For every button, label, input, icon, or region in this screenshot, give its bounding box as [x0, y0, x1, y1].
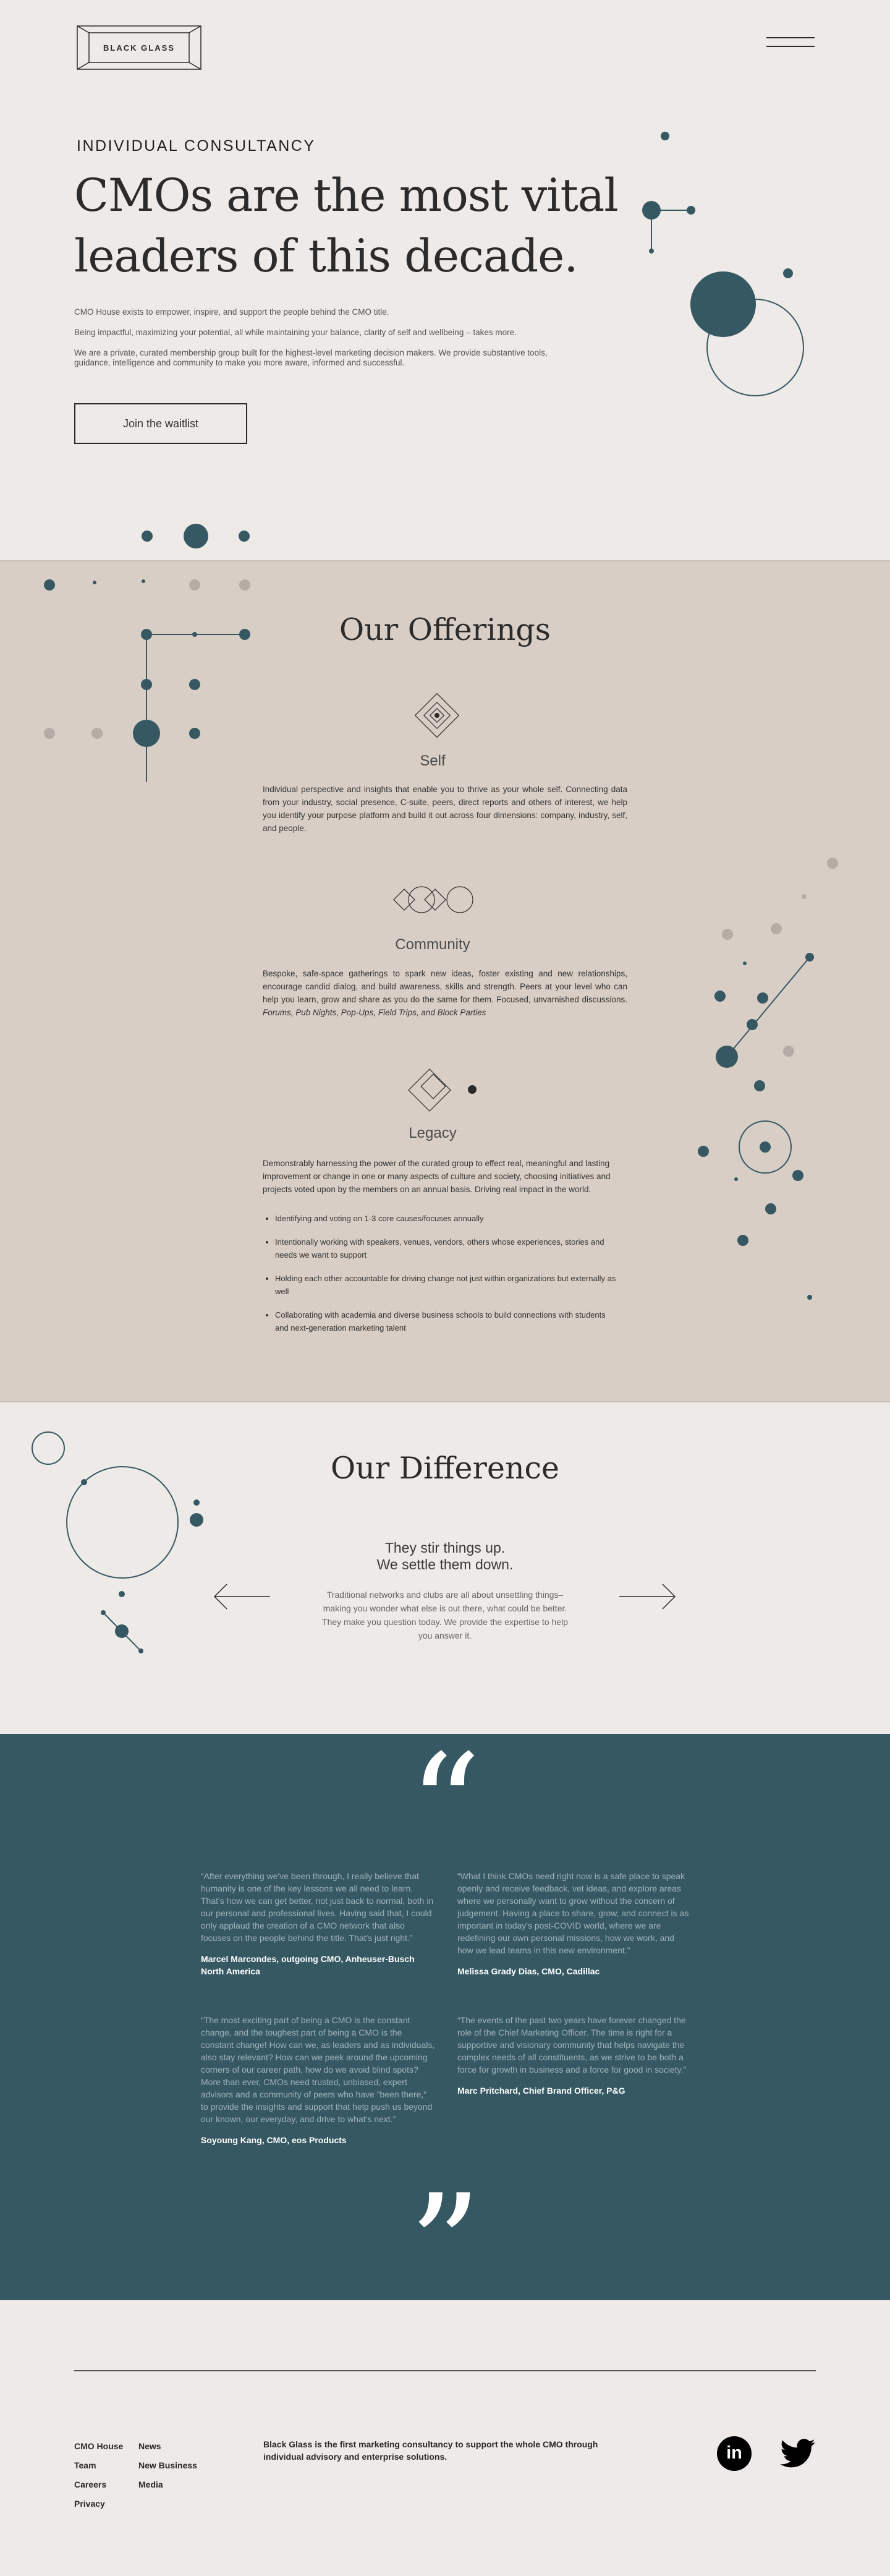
linkedin-icon[interactable]: in	[717, 2436, 752, 2471]
list-item: Holding each other accountable for drivi…	[275, 1272, 621, 1298]
testimonial-author: Marcel Marcondes, outgoing CMO, Anheuser…	[201, 1954, 415, 1976]
self-body: Individual perspective and insights that…	[263, 785, 627, 833]
hero-eyebrow: INDIVIDUAL CONSULTANCY	[77, 137, 316, 155]
list-item: Identifying and voting on 1-3 core cause…	[275, 1212, 621, 1225]
testimonial-text: “The most exciting part of being a CMO i…	[201, 2015, 435, 2124]
community-heading: Community	[395, 936, 470, 953]
hero-paragraph-3: We are a private, curated membership gro…	[74, 348, 548, 367]
legacy-heading: Legacy	[409, 1125, 457, 1141]
self-heading: Self	[420, 753, 446, 769]
testimonial-text: “The events of the past two years have f…	[457, 2015, 687, 2075]
list-item: Collaborating with academia and diverse …	[275, 1308, 621, 1334]
hero-decoration	[642, 132, 804, 396]
difference-subtitle: They stir things up. We settle them down…	[321, 1540, 569, 1573]
hero-title-line1: CMOs are the most vital	[74, 169, 619, 222]
diamond-dot-icon	[408, 1068, 477, 1112]
community-body-italic: Forums, Pub Nights, Pop-Ups, Field Trips…	[263, 1008, 486, 1017]
arrow-right-icon[interactable]	[618, 1583, 677, 1610]
testimonial-card: “What I think CMOs need right now is a s…	[457, 1870, 692, 1977]
hero-paragraph-1: CMO House exists to empower, inspire, an…	[74, 307, 389, 317]
arrow-left-icon[interactable]	[213, 1583, 272, 1610]
hero-title: CMOs are the most vital leaders of this …	[74, 166, 630, 287]
difference-subtitle-line2: We settle them down.	[376, 1556, 514, 1572]
footer-link-new-business[interactable]: New Business	[138, 2460, 197, 2470]
community-body: Bespoke, safe-space gatherings to spark …	[263, 967, 627, 1019]
footer-link-privacy[interactable]: Privacy	[74, 2499, 123, 2509]
logo-text: BLACK GLASS	[103, 43, 175, 53]
testimonial-author: Melissa Grady Dias, CMO, Cadillac	[457, 1966, 600, 1976]
linked-circles-icon	[393, 886, 473, 913]
testimonial-author: Marc Pritchard, Chief Brand Officer, P&G	[457, 2086, 625, 2096]
footer-link-cmo-house[interactable]: CMO House	[74, 2441, 123, 2451]
footer-tagline: Black Glass is the first marketing consu…	[263, 2439, 598, 2462]
hero-paragraph-2: Being impactful, maximizing your potenti…	[74, 328, 517, 337]
footer-link-team[interactable]: Team	[74, 2460, 123, 2470]
twitter-icon[interactable]	[780, 2439, 816, 2468]
difference-subtitle-line1: They stir things up.	[384, 1540, 506, 1556]
difference-body: Traditional networks and clubs are all a…	[322, 1590, 568, 1640]
hamburger-icon[interactable]	[766, 36, 816, 49]
dots-decoration	[142, 524, 250, 548]
close-quote-icon: ”	[409, 2165, 481, 2330]
testimonial-text: “After everything we've been through, I …	[201, 1871, 434, 1943]
difference-decoration	[32, 1431, 203, 1653]
logo[interactable]: BLACK GLASS	[77, 25, 201, 70]
footer-divider	[74, 2370, 816, 2371]
offerings-title: Our Offerings	[339, 612, 551, 647]
footer-link-careers[interactable]: Careers	[74, 2480, 123, 2489]
join-waitlist-button[interactable]: Join the waitlist	[74, 403, 247, 444]
diamond-icon	[414, 693, 460, 738]
legacy-body: Demonstrably harnessing the power of the…	[263, 1159, 611, 1194]
footer-link-media[interactable]: Media	[138, 2480, 197, 2489]
footer-link-news[interactable]: News	[138, 2441, 197, 2451]
footer-links-col1: CMO House Team Careers Privacy	[74, 2441, 123, 2509]
testimonial-text: “What I think CMOs need right now is a s…	[457, 1871, 689, 1955]
list-item: Intentionally working with speakers, ven…	[275, 1235, 621, 1261]
hero-title-line2: leaders of this decade.	[74, 230, 578, 283]
offerings-left-decoration	[44, 579, 250, 782]
legacy-bullets: Identifying and voting on 1-3 core cause…	[263, 1212, 621, 1345]
offerings-right-decoration	[698, 858, 838, 1300]
testimonial-author: Soyoung Kang, CMO, eos Products	[201, 2135, 347, 2145]
testimonial-card: “The most exciting part of being a CMO i…	[201, 2014, 436, 2146]
community-body-main: Bespoke, safe-space gatherings to spark …	[263, 969, 627, 1004]
open-quote-icon: “	[409, 1725, 481, 1890]
testimonial-card: “After everything we've been through, I …	[201, 1870, 436, 1977]
testimonial-card: “The events of the past two years have f…	[457, 2014, 692, 2097]
footer-links-col2: News New Business Media	[138, 2441, 197, 2489]
difference-title: Our Difference	[331, 1451, 559, 1486]
